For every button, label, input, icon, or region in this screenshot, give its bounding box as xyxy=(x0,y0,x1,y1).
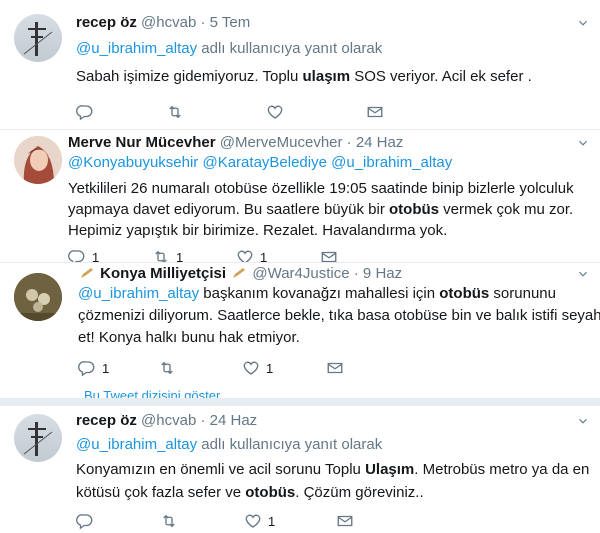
like-button[interactable]: 1 xyxy=(244,512,336,530)
retweet-button[interactable] xyxy=(166,103,266,121)
mention-link[interactable]: @u_ibrahim_altay xyxy=(76,40,197,57)
mention-link[interactable]: @Konyabuyuksehir xyxy=(68,154,198,171)
mention-link[interactable]: @u_ibrahim_altay xyxy=(76,436,197,453)
divider xyxy=(0,398,600,406)
like-count: 1 xyxy=(268,513,276,529)
tweet-1[interactable]: recep öz @hcvab · 5 Tem @u_ibrahim_altay… xyxy=(0,0,600,128)
display-name[interactable]: Merve Nur Mücevher xyxy=(68,134,216,151)
mail-icon xyxy=(326,359,344,377)
retweet-icon xyxy=(166,103,184,121)
tweet-text-line: kötüsü çok fazla sefer ve otobüs. Çözüm … xyxy=(76,484,424,501)
direct-message-button[interactable] xyxy=(326,359,344,377)
pencil-icon xyxy=(81,268,93,278)
chevron-down-icon[interactable] xyxy=(576,16,590,30)
avatar[interactable] xyxy=(14,414,62,462)
user-handle[interactable]: @War4Justice xyxy=(252,265,349,282)
tweet-text-line: et! Konya halkı bunu hak etmiyor. xyxy=(78,329,300,346)
reply-count: 1 xyxy=(102,360,110,376)
heart-icon xyxy=(266,103,284,121)
mention-link[interactable]: @u_ibrahim_altay xyxy=(331,154,452,171)
avatar[interactable] xyxy=(14,136,62,184)
mentions: @Konyabuyuksehir @KaratayBelediye @u_ibr… xyxy=(68,154,452,171)
user-handle[interactable]: @MerveMucevher xyxy=(220,134,343,151)
tweet-date[interactable]: · 9 Haz xyxy=(354,265,402,282)
direct-message-button[interactable] xyxy=(366,103,384,121)
reply-button[interactable]: 1 xyxy=(78,359,158,377)
tweet-text-line: @u_ibrahim_altay başkanım kovanağzı maha… xyxy=(78,285,556,302)
reply-context: @u_ibrahim_altay adlı kullanıcıya yanıt … xyxy=(76,436,383,453)
tweet-text-line: Hepimiz yapıştık bir birimize. Rezalet. … xyxy=(68,222,448,239)
retweet-button[interactable] xyxy=(158,359,242,377)
mention-link[interactable]: @KaratayBelediye xyxy=(202,154,326,171)
chevron-down-icon[interactable] xyxy=(576,414,590,428)
heart-icon xyxy=(242,359,260,377)
tweet-header: recep öz @hcvab · 24 Haz xyxy=(76,412,257,429)
tweet-text-line: çözmenizi diliyorum. Saatlerce bekle, tı… xyxy=(78,307,600,324)
tweet-4[interactable]: recep öz @hcvab · 24 Haz @u_ibrahim_alta… xyxy=(0,406,600,533)
mail-icon xyxy=(336,512,354,530)
like-button[interactable] xyxy=(266,103,366,121)
tweet-text-line: Konyamızın en önemli ve acil sorunu Topl… xyxy=(76,461,590,478)
reply-icon xyxy=(76,103,94,121)
mail-icon xyxy=(366,103,384,121)
tweet-text-line: Yetkilileri 26 numaralı otobüse özellikl… xyxy=(68,180,574,197)
reply-button[interactable] xyxy=(76,103,166,121)
retweet-icon xyxy=(158,359,176,377)
heart-icon xyxy=(244,512,262,530)
tweet-header: Konya Milliyetçisi @War4Justice · 9 Haz xyxy=(78,265,402,282)
retweet-icon xyxy=(160,512,178,530)
tweet-date[interactable]: · 24 Haz xyxy=(347,134,404,151)
display-name[interactable]: recep öz xyxy=(76,412,137,429)
like-button[interactable]: 1 xyxy=(242,359,326,377)
chevron-down-icon[interactable] xyxy=(576,267,590,281)
tweet-text: Sabah işimize gidemiyoruz. Toplu ulaşım … xyxy=(76,68,532,85)
reply-icon xyxy=(76,512,94,530)
retweet-button[interactable] xyxy=(160,512,244,530)
mention-link[interactable]: @u_ibrahim_altay xyxy=(78,285,199,302)
avatar[interactable] xyxy=(14,14,62,62)
display-name[interactable]: recep öz xyxy=(76,14,137,31)
user-handle[interactable]: @hcvab xyxy=(141,14,196,31)
avatar[interactable] xyxy=(14,273,62,321)
pencil-icon xyxy=(233,268,246,278)
direct-message-button[interactable] xyxy=(336,512,354,530)
reply-context: @u_ibrahim_altay adlı kullanıcıya yanıt … xyxy=(76,40,383,57)
tweet-2[interactable]: Merve Nur Mücevher @MerveMucevher · 24 H… xyxy=(0,130,600,265)
reply-icon xyxy=(78,359,96,377)
tweet-header: recep öz @hcvab · 5 Tem xyxy=(76,14,250,31)
display-name[interactable]: Konya Milliyetçisi xyxy=(100,265,226,282)
tweet-header: Merve Nur Mücevher @MerveMucevher · 24 H… xyxy=(68,134,403,151)
tweet-date[interactable]: · 24 Haz xyxy=(200,412,257,429)
tweet-3[interactable]: Konya Milliyetçisi @War4Justice · 9 Haz … xyxy=(0,263,600,401)
user-handle[interactable]: @hcvab xyxy=(141,412,196,429)
like-count: 1 xyxy=(266,360,274,376)
reply-button[interactable] xyxy=(76,512,160,530)
tweet-date[interactable]: · 5 Tem xyxy=(200,14,250,31)
tweet-text-line: yapmaya davet ediyorum. Bu saatlere büyü… xyxy=(68,201,574,218)
chevron-down-icon[interactable] xyxy=(576,136,590,150)
